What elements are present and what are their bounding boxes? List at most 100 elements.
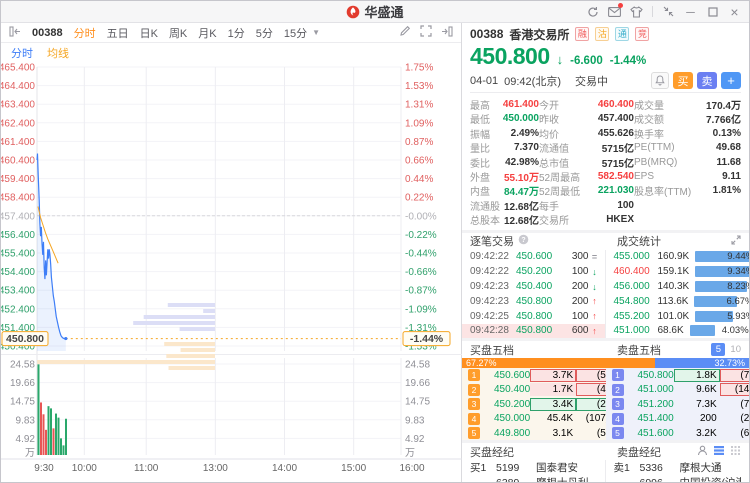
grid-view-icon[interactable] — [730, 445, 741, 459]
ask-level-row: 4 451.400 200 (2) — [606, 411, 750, 425]
chart-symbol-code: 00388 — [32, 27, 63, 39]
titlebar-divider — [652, 6, 653, 17]
bid-level-row: 4 450.000 45.4K (107) — [462, 411, 606, 425]
person-icon[interactable] — [697, 445, 708, 459]
close-icon[interactable]: × — [728, 5, 741, 18]
stock-attr-badge: 通 — [615, 27, 629, 41]
tick-direction-icon: ↑ — [589, 296, 601, 306]
collapse-window-icon[interactable] — [662, 5, 675, 18]
buy-button[interactable]: 买 — [673, 72, 693, 89]
ask-ratio: 32.73% — [655, 358, 749, 368]
chart-period-tab[interactable]: 5分 — [256, 25, 273, 41]
chart-period-tab[interactable]: 月K — [198, 25, 216, 41]
help-icon[interactable]: ? — [518, 234, 529, 248]
stats-row: 流通股 12.68亿 每手 100 — [470, 198, 741, 212]
svg-text:1.53%: 1.53% — [405, 81, 433, 92]
bid-levels[interactable]: 1 450.600 3.7K (5) 2 450.400 1.7K (4) — [462, 368, 606, 440]
chart-legend: 分时 均线 — [11, 45, 69, 61]
fullscreen-icon[interactable] — [420, 25, 432, 40]
bid-levels-title: 买盘五档 — [470, 342, 514, 358]
quote-header: 00388 香港交易所 融 沽 通 竞 450.800 ↓ -6.600 — [462, 23, 749, 93]
svg-text:455.400: 455.400 — [1, 249, 35, 260]
ask-levels[interactable]: 1 450.800 1.8K (7) 2 451.000 9.6K (14) — [606, 368, 750, 440]
panel-left-toggle-icon[interactable] — [9, 26, 21, 40]
sell-button[interactable]: 卖 — [697, 72, 717, 89]
stats-row: 外盘 55.10万 52周最高 582.540 EPS 9.11 — [470, 169, 741, 183]
legend-avg-line[interactable]: 均线 — [47, 45, 69, 61]
list-view-icon[interactable] — [713, 445, 725, 459]
svg-text:461.400: 461.400 — [1, 137, 35, 148]
price-down-arrow-icon: ↓ — [557, 52, 564, 67]
draw-tool-icon[interactable] — [399, 25, 411, 40]
flame-logo-icon — [346, 5, 360, 19]
panel-right-toggle-icon[interactable] — [441, 26, 453, 40]
stats-row: 委比 42.98% 总市值 5715亿 PB(MRQ) 11.68 — [470, 155, 741, 169]
svg-text:454.400: 454.400 — [1, 267, 35, 278]
trade-stats-row: 451.000 68.6K 4.03% — [606, 324, 750, 339]
app-window: 华盛通 ─ × 00388 分时 五日 日K — [0, 0, 750, 483]
ask-level-row: 2 451.000 9.6K (14) — [606, 383, 750, 397]
stats-row: 最高 461.400 今开 460.400 成交量 170.4万 — [470, 97, 741, 111]
svg-text:-0.22%: -0.22% — [405, 230, 437, 241]
chart-period-tab[interactable]: 15分 — [284, 25, 307, 41]
svg-text:万: 万 — [405, 448, 415, 459]
bid-level-row: 3 450.200 3.4K (2) — [462, 397, 606, 411]
svg-text:?: ? — [521, 237, 525, 244]
trade-stats-row: 456.000 140.3K 8.23% — [606, 279, 750, 294]
svg-text:0.87%: 0.87% — [405, 137, 433, 148]
five-levels-toggle[interactable]: 5 — [711, 343, 725, 356]
tick-trade-list[interactable]: 09:42:22 450.600 300 = 09:42:22 450.200 … — [462, 250, 606, 339]
mail-icon[interactable] — [608, 5, 621, 18]
tick-direction-icon: ↑ — [589, 326, 601, 336]
svg-text:11:00: 11:00 — [134, 463, 159, 474]
svg-text:万: 万 — [25, 448, 35, 459]
svg-text:-0.44%: -0.44% — [405, 249, 437, 260]
svg-text:1.75%: 1.75% — [405, 63, 433, 74]
svg-text:1.31%: 1.31% — [405, 100, 433, 111]
chart-period-tab[interactable]: 日K — [140, 25, 158, 41]
broker-row: 6996 中国投资(沪港 — [606, 475, 750, 483]
broker-row: 卖1 5336 摩根大通 — [606, 460, 750, 475]
stock-name: 香港交易所 — [509, 26, 569, 43]
stock-attr-badge: 竞 — [635, 27, 649, 41]
svg-text:0.44%: 0.44% — [405, 174, 433, 185]
ask-level-row: 1 450.800 1.8K (7) — [606, 368, 750, 382]
trade-stats-list[interactable]: 455.000 160.9K 9.44% 460.400 159.1K — [606, 250, 750, 339]
ask-broker-list[interactable]: 卖1 5336 摩根大通 6996 中国投资(沪港 — [606, 460, 750, 483]
theme-skin-icon[interactable] — [630, 5, 643, 18]
chart-period-tab[interactable]: 1分 — [228, 25, 245, 41]
bid-level-row: 5 449.800 3.1K (5) — [462, 426, 606, 440]
legend-price-line[interactable]: 分时 — [11, 45, 33, 61]
svg-text:459.400: 459.400 — [1, 174, 35, 185]
ask-brokers-title: 卖盘经纪 — [617, 444, 661, 460]
chevron-down-icon[interactable]: ▼ — [312, 28, 320, 37]
volume-ratio-bar: 6.67% — [694, 296, 749, 307]
chart-period-tab[interactable]: 分时 — [74, 25, 96, 41]
volume-ratio-bar: 8.23% — [695, 281, 749, 292]
add-watchlist-button[interactable]: + — [721, 72, 741, 89]
intraday-chart[interactable]: 465.4001.75%464.4001.53%463.4001.31%462.… — [1, 43, 462, 483]
chart-body: 分时 均线 465.4001.75%464.4001.53%463.4001.3… — [1, 43, 461, 483]
chart-period-tab[interactable]: 周K — [169, 25, 187, 41]
bid-broker-list[interactable]: 买1 5199 国泰君安 6389 摩根士丹利 — [462, 460, 606, 483]
stock-code: 00388 — [470, 27, 503, 41]
maximize-icon[interactable] — [706, 5, 719, 18]
svg-text:24.58: 24.58 — [405, 360, 430, 371]
refresh-icon[interactable] — [586, 5, 599, 18]
expand-icon[interactable] — [731, 235, 741, 248]
notification-dot — [618, 3, 623, 8]
bid-brokers-title: 买盘经纪 — [470, 444, 514, 460]
volume-ratio-bar: 9.34% — [695, 266, 749, 277]
tick-trade-row: 09:42:23 450.400 200 ↓ — [462, 279, 605, 294]
svg-text:453.400: 453.400 — [1, 286, 35, 297]
stock-attr-badge: 融 — [575, 27, 589, 41]
chart-period-tab[interactable]: 五日 — [107, 25, 129, 41]
alert-bell-button[interactable] — [651, 72, 669, 89]
minimize-icon[interactable]: ─ — [684, 5, 697, 18]
last-price: 450.800 — [470, 43, 550, 70]
svg-text:-1.09%: -1.09% — [405, 304, 437, 315]
bid-ratio: 67.27% — [462, 358, 655, 368]
svg-text:24.58: 24.58 — [10, 360, 35, 371]
trade-stats-row: 455.200 101.0K 5.93% — [606, 309, 750, 324]
ten-levels-toggle[interactable]: 10 — [730, 344, 741, 355]
